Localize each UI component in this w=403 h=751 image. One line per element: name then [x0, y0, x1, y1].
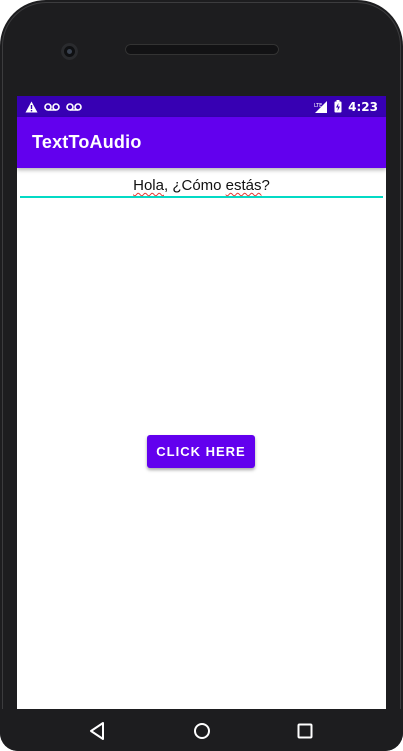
click-here-button[interactable]: CLICK HERE	[147, 435, 255, 468]
app-title: TextToAudio	[32, 132, 142, 152]
screen: LTE 4:23 TextToAudio Hola, ¿Cómo estás? …	[17, 96, 386, 709]
input-text: ?	[261, 177, 270, 194]
lte-signal-icon: LTE	[314, 100, 328, 113]
status-bar: LTE 4:23	[17, 96, 386, 117]
svg-text:LTE: LTE	[314, 103, 322, 109]
voicemail-icon	[66, 102, 82, 112]
home-icon[interactable]	[192, 721, 212, 741]
misspelled-word: Hola	[133, 177, 164, 194]
warning-icon	[25, 101, 38, 113]
input-text: , ¿Cómo	[163, 177, 226, 194]
app-bar: TextToAudio	[17, 117, 386, 168]
status-time: 4:23	[348, 99, 378, 114]
phone-frame: LTE 4:23 TextToAudio Hola, ¿Cómo estás? …	[0, 0, 403, 751]
earpiece-speaker	[125, 44, 279, 55]
voicemail-icon	[44, 102, 60, 112]
navigation-bar	[0, 709, 403, 751]
misspelled-word: estás	[225, 177, 262, 194]
front-camera	[61, 43, 78, 60]
status-left	[25, 101, 82, 113]
status-right: LTE 4:23	[314, 100, 378, 114]
back-icon[interactable]	[87, 721, 107, 741]
recents-icon[interactable]	[295, 721, 315, 741]
battery-charging-icon	[334, 100, 342, 113]
text-input[interactable]: Hola, ¿Cómo estás?	[20, 176, 383, 198]
